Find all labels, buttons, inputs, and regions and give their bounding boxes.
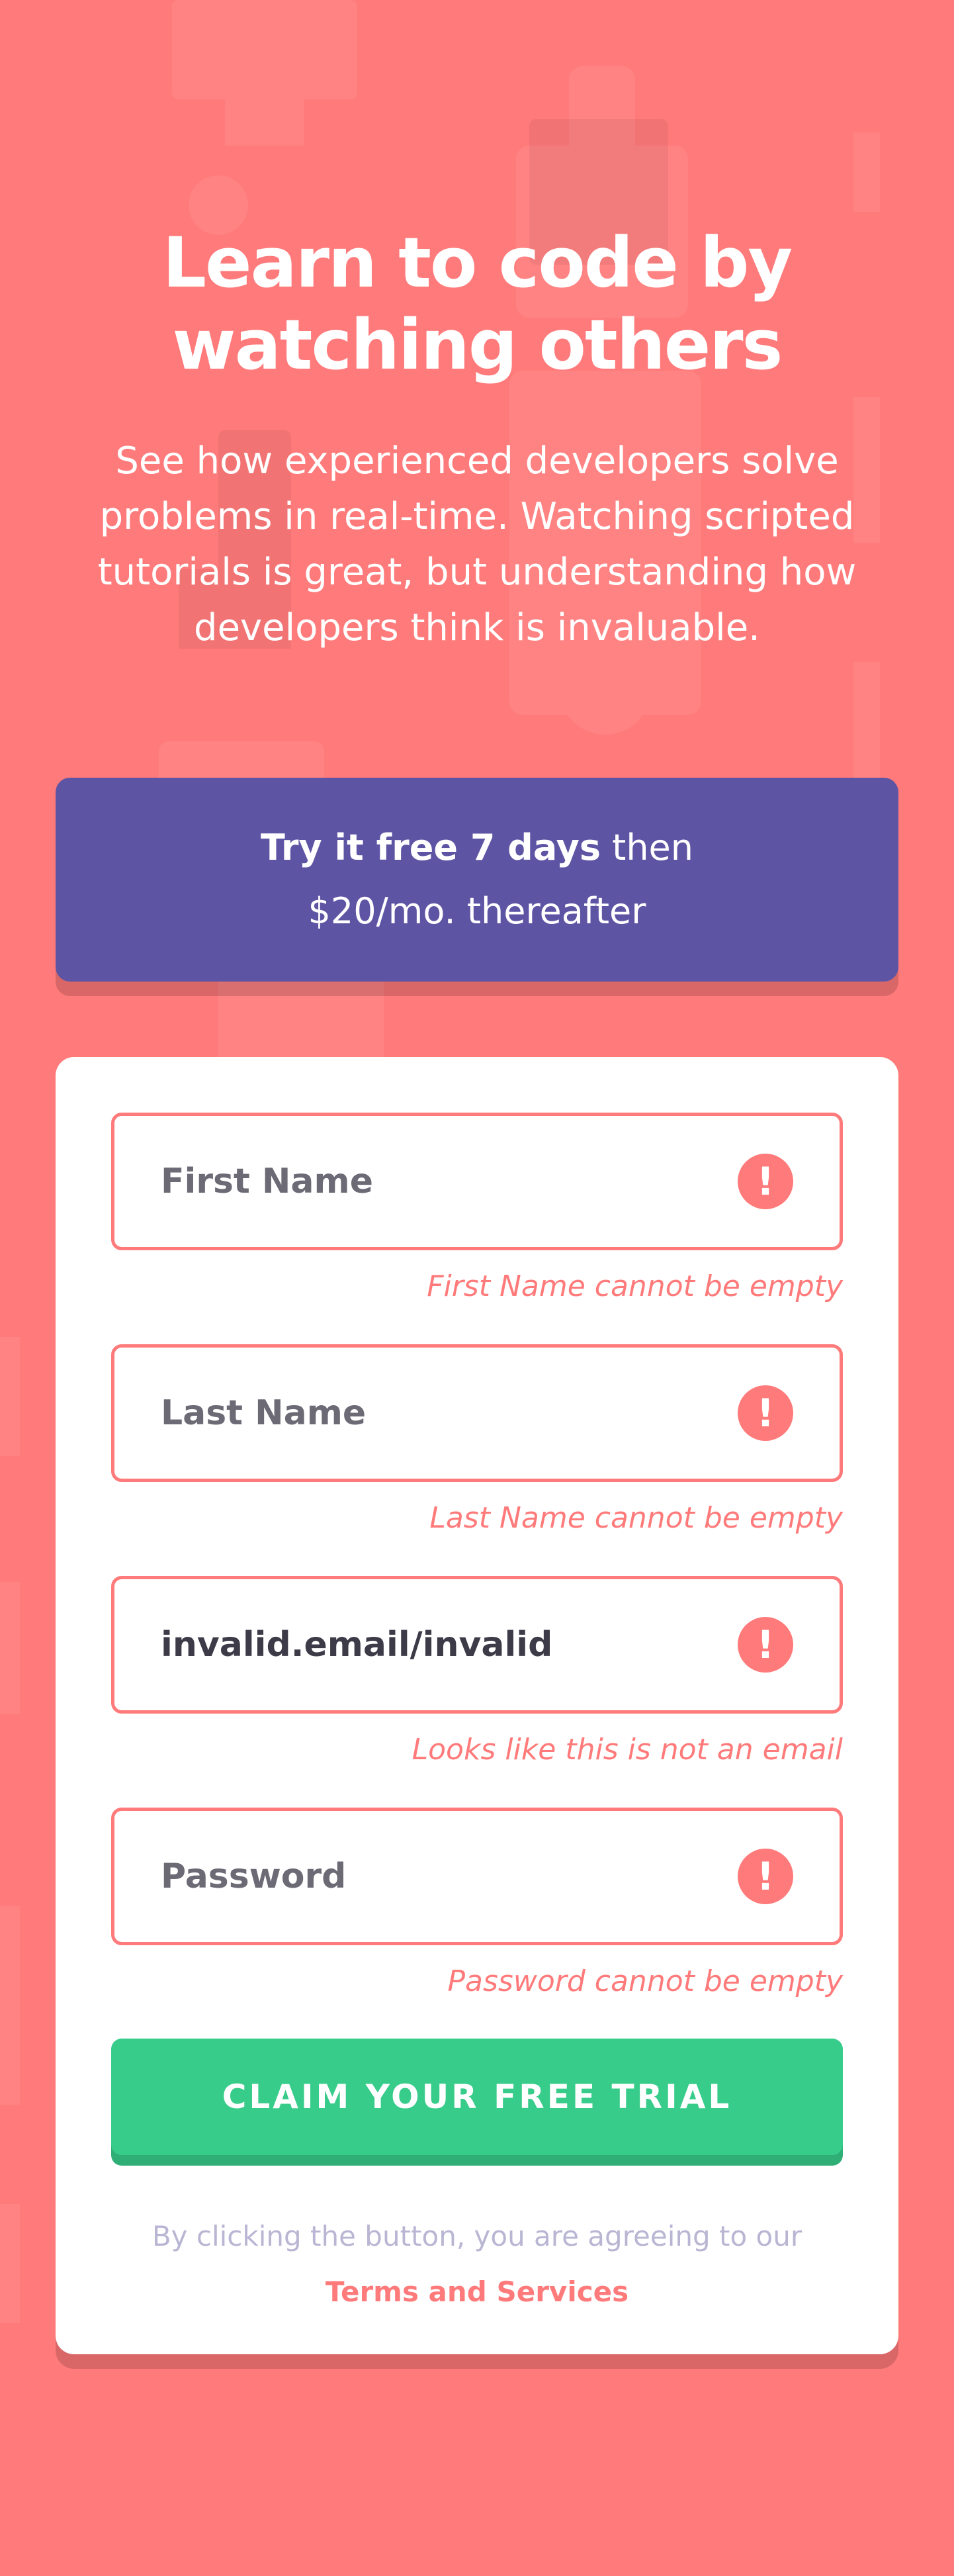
exclamation-icon: ! <box>738 1154 793 1209</box>
claim-free-trial-button[interactable]: CLAIM YOUR FREE TRIAL <box>111 2039 843 2155</box>
last-name-input[interactable] <box>161 1348 716 1479</box>
trial-then: then <box>612 827 693 868</box>
hero-section: Learn to code by watching others See how… <box>56 222 898 656</box>
exclamation-icon: ! <box>738 1849 793 1904</box>
terms-notice: By clicking the button, you are agreeing… <box>95 2209 859 2320</box>
last-name-error: Last Name cannot be empty <box>429 1501 843 1535</box>
password-field: ! <box>111 1808 843 1945</box>
exclamation-icon: ! <box>738 1617 793 1673</box>
first-name-field: ! <box>111 1113 843 1250</box>
trial-highlight: Try it free 7 days <box>260 827 601 868</box>
first-name-error: First Name cannot be empty <box>427 1269 843 1303</box>
email-input[interactable] <box>161 1579 716 1710</box>
email-field: ! <box>111 1576 843 1714</box>
last-name-field: ! <box>111 1344 843 1482</box>
password-input[interactable] <box>161 1811 716 1942</box>
trial-line-1: Try it free 7 days then <box>56 816 898 880</box>
email-error: Looks like this is not an email <box>412 1733 843 1767</box>
first-name-input[interactable] <box>161 1116 716 1247</box>
trial-banner: Try it free 7 days then $20/mo. thereaft… <box>56 778 898 982</box>
page-description: See how experienced developers solve pro… <box>97 439 857 649</box>
terms-text: By clicking the button, you are agreeing… <box>152 2220 802 2252</box>
page-title: Learn to code by watching others <box>162 222 793 385</box>
password-error: Password cannot be empty <box>447 1964 843 1998</box>
exclamation-icon: ! <box>738 1385 793 1441</box>
signup-form: ! First Name cannot be empty ! Last Name… <box>56 1057 898 2354</box>
trial-price: $20/mo. thereafter <box>308 890 646 932</box>
terms-link[interactable]: Terms and Services <box>325 2276 629 2308</box>
